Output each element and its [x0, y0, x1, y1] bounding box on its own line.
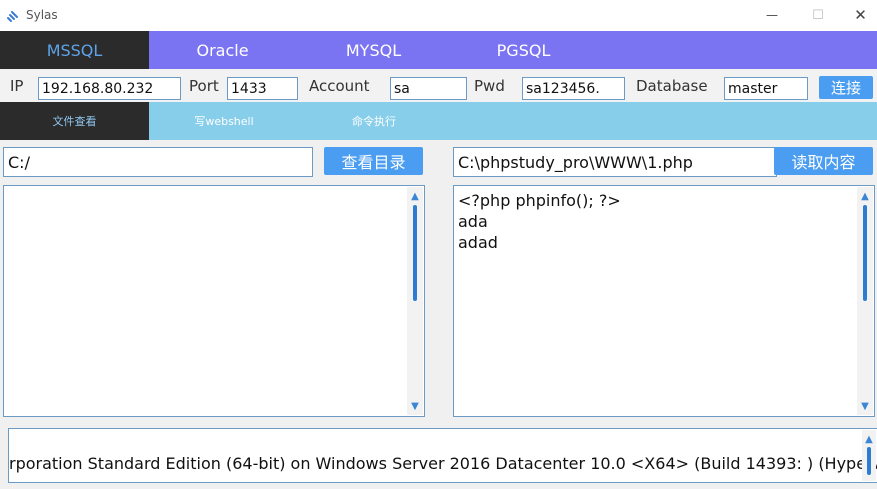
scroll-up-icon[interactable]: ▲	[862, 432, 876, 446]
app-link-icon	[6, 8, 20, 22]
port-input[interactable]: 1433	[227, 77, 298, 100]
file-content-text: <?php phpinfo(); ?> ada adad	[458, 191, 621, 252]
scroll-down-icon[interactable]: ▼	[857, 399, 873, 413]
tab-file-view[interactable]: 文件查看	[0, 102, 149, 140]
ip-input[interactable]: 192.168.80.232	[38, 77, 181, 100]
connection-settings: IP 192.168.80.232 Port 1433 Account sa P…	[0, 69, 877, 102]
minimize-button[interactable]: —	[752, 4, 792, 26]
tab-label: 命令执行	[352, 115, 396, 128]
window-title: Sylas	[26, 8, 58, 22]
close-icon: ✕	[854, 6, 867, 24]
directory-scrollbar[interactable]: ▲ ▼	[407, 187, 423, 415]
tab-mssql[interactable]: MSSQL	[0, 31, 149, 69]
scroll-up-icon[interactable]: ▲	[407, 189, 423, 203]
database-type-tabs: MSSQL Oracle MYSQL PGSQL	[0, 31, 877, 69]
tab-label: 写webshell	[194, 115, 254, 128]
pwd-input[interactable]: sa123456.	[522, 77, 625, 100]
tab-label: MSSQL	[46, 40, 103, 60]
maximize-button[interactable]: ☐	[798, 4, 838, 26]
scroll-up-icon[interactable]: ▲	[857, 189, 873, 203]
read-content-button[interactable]: 读取内容	[774, 147, 873, 175]
connect-button[interactable]: 连接	[819, 76, 873, 99]
file-content-pane[interactable]: <?php phpinfo(); ?> ada adad ▲ ▼	[453, 185, 875, 417]
scroll-thumb[interactable]	[413, 205, 417, 301]
close-button[interactable]: ✕	[844, 4, 877, 26]
tab-command-exec[interactable]: 命令执行	[299, 102, 449, 140]
account-input[interactable]: sa	[390, 77, 467, 100]
tab-write-webshell[interactable]: 写webshell	[149, 102, 299, 140]
account-label: Account	[309, 76, 370, 95]
tab-label: 文件查看	[52, 115, 97, 128]
database-label: Database	[636, 76, 708, 95]
scroll-thumb[interactable]	[867, 447, 871, 475]
tab-label: MYSQL	[345, 40, 402, 60]
title-bar: Sylas — ☐ ✕	[0, 0, 877, 31]
tab-oracle[interactable]: Oracle	[149, 31, 296, 69]
scroll-thumb[interactable]	[863, 205, 867, 301]
file-path-input[interactable]: C:\phpstudy_pro\WWW\1.php	[453, 147, 777, 177]
directory-path-input[interactable]: C:/	[3, 147, 313, 177]
tab-mysql[interactable]: MYSQL	[296, 31, 451, 69]
database-input[interactable]: master	[724, 77, 808, 100]
directory-listing-pane[interactable]: ▲ ▼	[3, 185, 425, 417]
scroll-down-icon[interactable]: ▼	[407, 399, 423, 413]
pwd-label: Pwd	[474, 76, 505, 95]
maximize-icon: ☐	[812, 7, 824, 23]
function-tabs: 文件查看 写webshell 命令执行	[0, 102, 877, 140]
tab-label: Oracle	[196, 40, 249, 60]
tab-label: PGSQL	[496, 40, 551, 60]
minimize-icon: —	[766, 8, 778, 22]
output-pane[interactable]: rporation Standard Edition (64-bit) on W…	[8, 428, 877, 483]
list-directory-button[interactable]: 查看目录	[324, 147, 423, 175]
output-scrollbar[interactable]: ▲	[862, 430, 876, 481]
tab-pgsql[interactable]: PGSQL	[451, 31, 596, 69]
output-text: rporation Standard Edition (64-bit) on W…	[9, 454, 877, 473]
port-label: Port	[189, 76, 219, 95]
file-content-scrollbar[interactable]: ▲ ▼	[857, 187, 873, 415]
ip-label: IP	[10, 76, 24, 95]
